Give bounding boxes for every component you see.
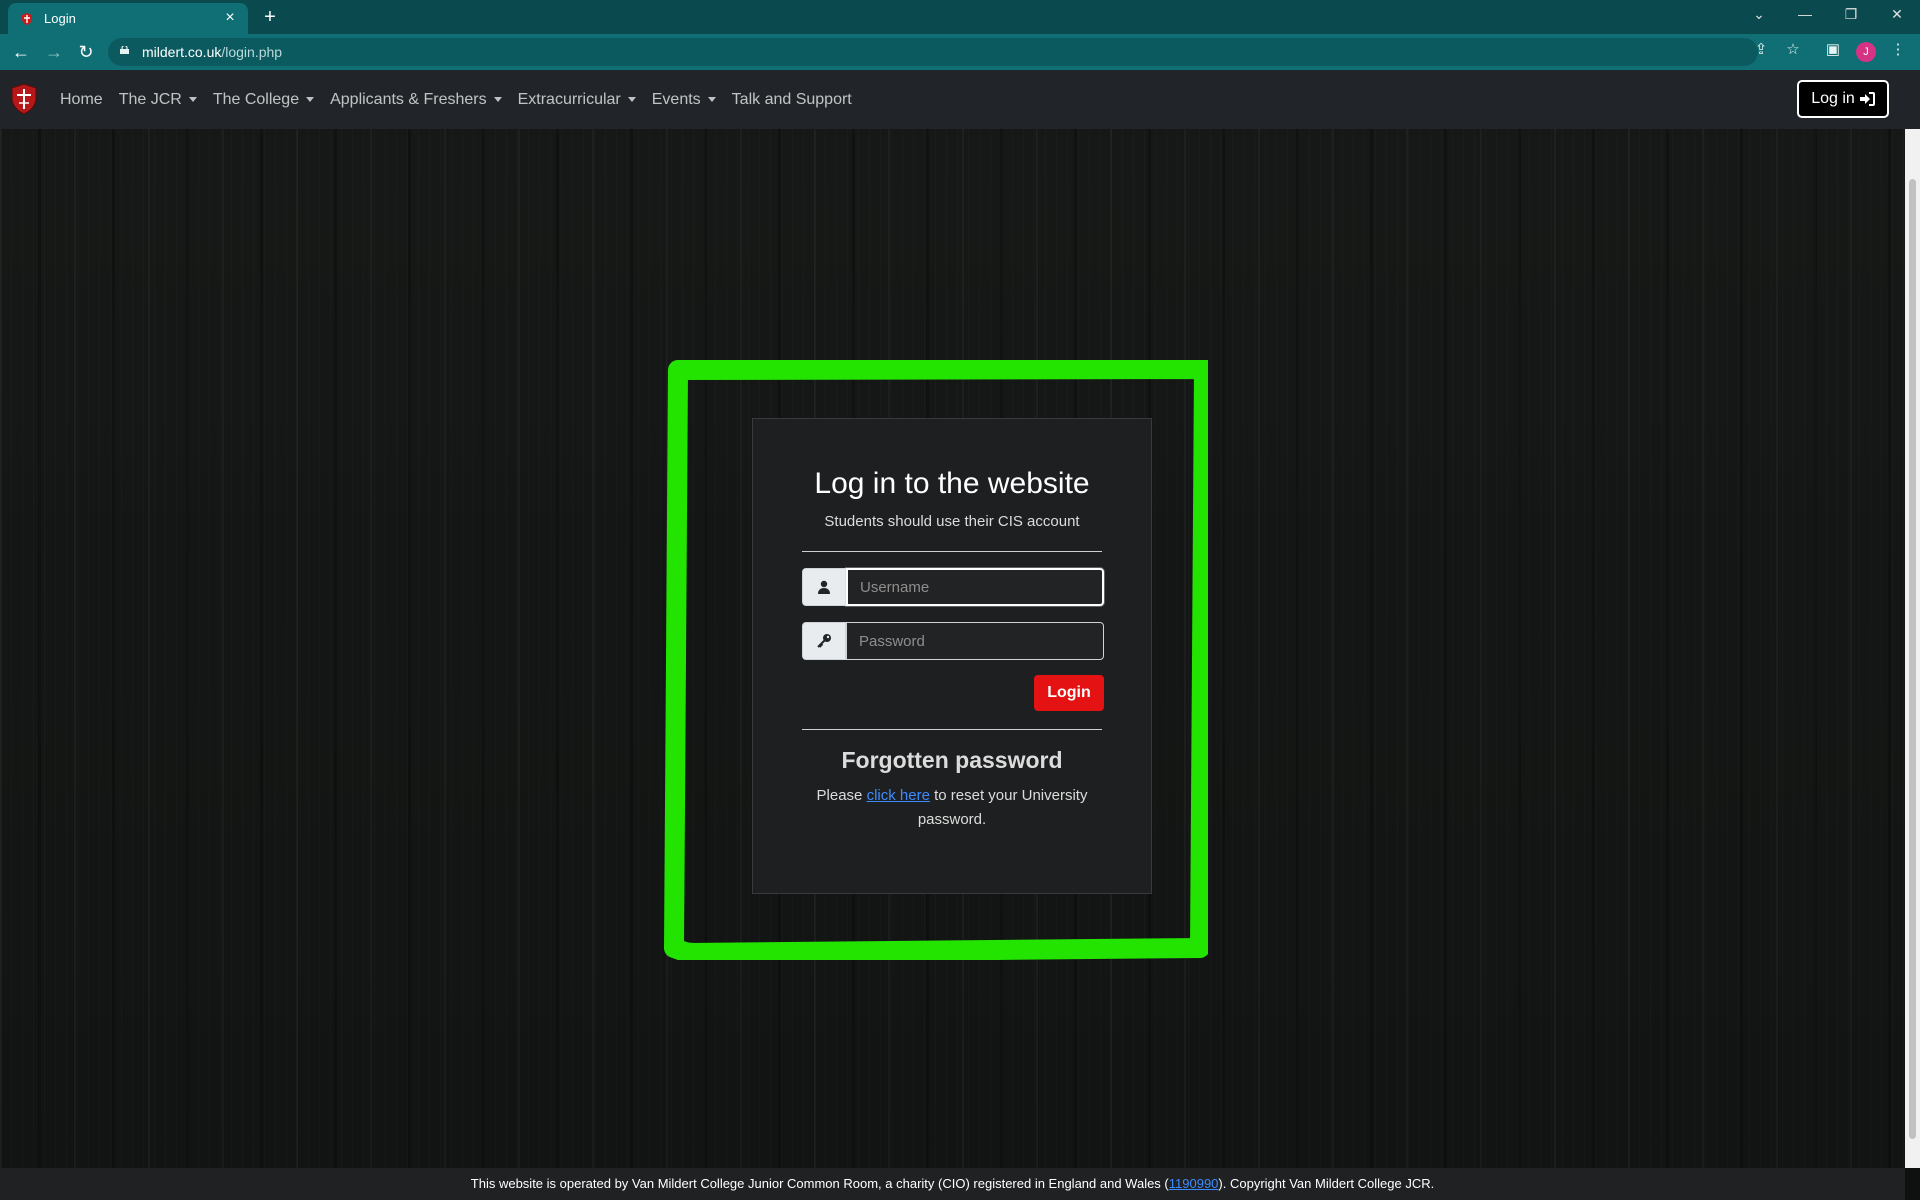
- nav-label: Extracurricular: [517, 90, 621, 108]
- reset-password-link[interactable]: click here: [867, 787, 930, 804]
- footer-suffix: ). Copyright Van Mildert College JCR.: [1218, 1176, 1435, 1191]
- reset-password-text: Please click here to reset your Universi…: [802, 784, 1102, 832]
- username-field: [802, 568, 1104, 606]
- tab-title: Login: [44, 11, 76, 26]
- address-bar[interactable]: mildert.co.uk/login.php: [108, 38, 1758, 66]
- restore-icon[interactable]: ❐: [1828, 0, 1874, 30]
- caret-down-icon: [627, 97, 636, 102]
- browser-toolbar: ← → ↻ mildert.co.uk/login.php ⇪ ☆ ▣ J ⋮: [0, 34, 1920, 70]
- new-tab-button[interactable]: +: [258, 6, 282, 30]
- crest-favicon-icon: [22, 13, 32, 25]
- caret-down-icon: [493, 97, 502, 102]
- nav-item-applicants-freshers[interactable]: Applicants & Freshers: [322, 91, 510, 109]
- password-field: [802, 622, 1104, 660]
- url-text: mildert.co.uk/login.php: [142, 44, 282, 60]
- forgotten-password-heading: Forgotten password: [841, 747, 1063, 773]
- nav-label: The JCR: [118, 90, 182, 108]
- nav-label: Home: [60, 90, 103, 108]
- scrollbar-thumb[interactable]: [1909, 179, 1916, 1139]
- nav-label: Events: [651, 90, 701, 108]
- menu-kebab-icon[interactable]: ⋮: [1887, 39, 1909, 61]
- username-input[interactable]: [846, 568, 1104, 606]
- divider: [802, 551, 1102, 552]
- login-card: Log in to the website Students should us…: [752, 418, 1152, 894]
- divider: [802, 729, 1102, 730]
- nav-item-events[interactable]: Events: [644, 91, 724, 109]
- nav-item-extracurricular[interactable]: Extracurricular: [510, 91, 644, 109]
- nav-login-label: Log in: [1811, 90, 1855, 107]
- caret-down-icon: [188, 97, 197, 102]
- reset-suffix: to reset your University password.: [917, 787, 1088, 828]
- url-path: /login.php: [221, 44, 283, 60]
- reset-prefix: Please: [816, 787, 867, 804]
- nav-label: Applicants & Freshers: [330, 90, 487, 108]
- reload-icon[interactable]: ↻: [74, 40, 98, 64]
- key-icon: [817, 634, 831, 648]
- footer-prefix: This website is operated by Van Mildert …: [470, 1176, 1169, 1191]
- nav-login-button[interactable]: Log in: [1797, 80, 1889, 118]
- college-crest-logo[interactable]: [10, 83, 38, 115]
- browser-tab-strip: Login × + ⌄ — ❐ ✕: [0, 0, 1920, 34]
- nav-item-home[interactable]: Home: [52, 91, 111, 109]
- username-addon: [802, 568, 846, 606]
- login-subtitle: Students should use their CIS account: [824, 513, 1080, 530]
- login-button[interactable]: Login: [1034, 675, 1104, 711]
- profile-avatar[interactable]: J: [1856, 42, 1876, 62]
- lock-icon: [120, 46, 129, 54]
- tab-close-icon[interactable]: ×: [220, 8, 240, 28]
- nav-label: Talk and Support: [731, 90, 852, 108]
- bookmark-star-icon[interactable]: ☆: [1782, 39, 1804, 61]
- password-addon: [802, 622, 846, 660]
- site-navbar: Home The JCR The College Applicants & Fr…: [0, 70, 1920, 129]
- forward-icon[interactable]: →: [42, 40, 66, 64]
- back-icon[interactable]: ←: [9, 40, 33, 64]
- user-icon: [818, 580, 830, 594]
- caret-down-icon: [306, 97, 315, 102]
- password-input[interactable]: [846, 622, 1104, 660]
- browser-tab-login[interactable]: Login ×: [8, 3, 248, 34]
- site-footer: This website is operated by Van Mildert …: [0, 1168, 1905, 1200]
- close-window-icon[interactable]: ✕: [1874, 0, 1920, 30]
- share-icon[interactable]: ⇪: [1750, 39, 1772, 61]
- login-title: Log in to the website: [814, 467, 1090, 500]
- url-domain: mildert.co.uk: [142, 44, 222, 60]
- minimize-icon[interactable]: —: [1782, 0, 1828, 30]
- nav-item-the-jcr[interactable]: The JCR: [111, 91, 205, 109]
- nav-label: The College: [212, 90, 300, 108]
- nav-item-the-college[interactable]: The College: [205, 91, 322, 109]
- tab-search-icon[interactable]: ⌄: [1736, 0, 1782, 30]
- nav-item-talk-and-support[interactable]: Talk and Support: [724, 91, 860, 109]
- caret-down-icon: [707, 97, 716, 102]
- side-panel-icon[interactable]: ▣: [1822, 39, 1844, 61]
- nav-links: Home The JCR The College Applicants & Fr…: [52, 70, 860, 129]
- charity-number-link[interactable]: 1190990: [1169, 1176, 1219, 1191]
- sign-in-icon: [1859, 92, 1875, 106]
- page-scrollbar[interactable]: [1905, 129, 1920, 1168]
